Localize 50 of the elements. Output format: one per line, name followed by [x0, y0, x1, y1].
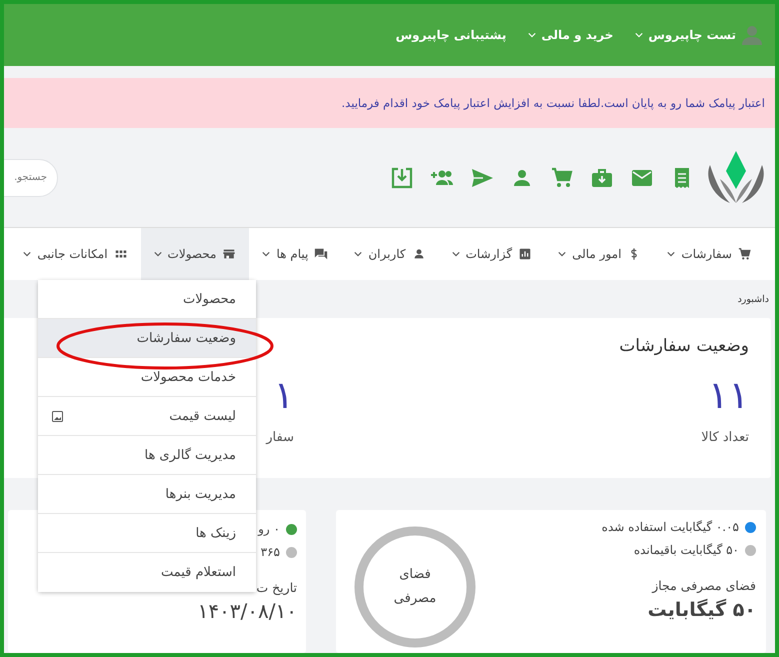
menu-item[interactable]: استعلام قیمت — [38, 553, 256, 592]
stat-label: سفار — [266, 430, 294, 445]
store-icon — [222, 247, 236, 261]
nav-tab[interactable]: سفارشات — [654, 228, 765, 280]
chevron-down-icon — [528, 32, 536, 38]
chevron-down-icon — [558, 251, 566, 257]
legend-label: ۰ رو — [258, 522, 280, 536]
menu-item[interactable]: مدیریت بنرها — [38, 475, 256, 514]
menu-item[interactable]: مدیریت گالری ها — [38, 436, 256, 475]
stat-label: تعداد کالا — [701, 430, 749, 445]
chat-icon — [314, 247, 328, 261]
person-icon — [412, 247, 426, 261]
menu-item[interactable]: زینک ها — [38, 514, 256, 553]
donut-label: فضای مصرفی — [392, 566, 438, 608]
alert-text: اعتبار پیامک شما رو به پایان است.لطفا نسبت به افزایش اعتبار پیامک خود اقدام فرمایید. — [342, 96, 765, 110]
chevron-down-icon — [452, 251, 460, 257]
legend-label: ۰.۰۵ گیگابایت استفاده شده — [602, 520, 739, 534]
image-icon — [52, 410, 63, 422]
chevron-down-icon — [354, 251, 362, 257]
chevron-down-icon — [667, 251, 676, 257]
legend-label: ۳۶۵ — [260, 545, 280, 559]
chevron-down-icon — [262, 251, 270, 257]
allowed-value: ۵۰ گیگابایت — [648, 599, 756, 621]
nav-tab[interactable]: گزارشات — [438, 228, 546, 280]
menu-item[interactable]: لیست قیمت — [38, 397, 256, 436]
chevron-down-icon — [154, 251, 162, 257]
search-field[interactable]: جستجو. — [4, 158, 58, 196]
nav-tab[interactable]: محصولات — [140, 228, 250, 280]
bar-chart-icon — [518, 247, 532, 261]
legend-label: ۵۰ گیگابایت باقیمانده — [634, 543, 739, 557]
card-title: وضعیت سفارشات — [619, 336, 749, 356]
chevron-down-icon — [635, 32, 644, 38]
allowed-label: فضای مصرفی مجاز — [652, 578, 756, 593]
date-label: تاریخ ت — [256, 580, 297, 595]
download-box-icon[interactable] — [390, 166, 414, 190]
breadcrumb[interactable]: داشبورد — [738, 294, 769, 304]
cart-icon — [738, 247, 752, 261]
date-value: ۱۴۰۳/۰۸/۱۰ — [198, 599, 297, 623]
chevron-down-icon — [23, 251, 32, 257]
menu-item[interactable]: خدمات محصولات — [38, 358, 256, 397]
cart-icon[interactable] — [550, 166, 574, 190]
nav-tab[interactable]: امکانات جانبی — [10, 228, 141, 280]
nav-tab[interactable]: امور مالی — [545, 228, 654, 280]
stat-value: ۱ — [274, 372, 294, 419]
menu-item[interactable]: محصولات — [38, 280, 256, 319]
avatar-icon — [741, 24, 763, 46]
nav-tab[interactable]: کاربران — [341, 228, 439, 280]
nav-tab[interactable]: پیام ها — [249, 228, 342, 280]
menu-item[interactable]: وضعیت سفارشات — [38, 319, 256, 358]
stat-value: ۱۱ — [708, 372, 749, 419]
